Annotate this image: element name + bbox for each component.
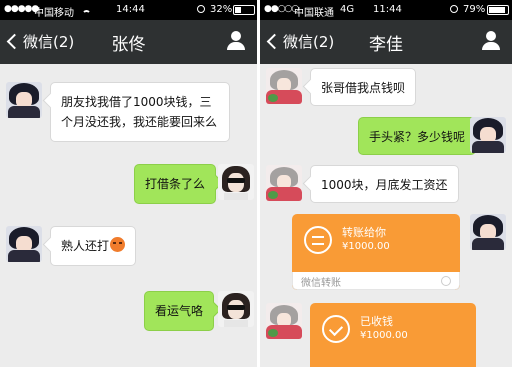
status-bar: ●●●●● 中国移动 14:44 32% xyxy=(0,0,257,20)
battery-percent: 32% xyxy=(210,4,233,15)
message-bubble[interactable]: 打借条了么 xyxy=(134,164,217,204)
transfer-amount: ¥1000.00 xyxy=(342,241,390,252)
transfer-amount: ¥1000.00 xyxy=(360,330,408,341)
message-bubble[interactable]: 熟人还打 xyxy=(50,226,137,266)
clock: 14:44 xyxy=(116,4,145,15)
left-chat-screen: ●●●●● 中国移动 14:44 32% 微信(2) 张佟 朋友找我借了1000… xyxy=(0,0,257,367)
transfer-label: 转账给你 xyxy=(342,226,386,239)
avatar[interactable] xyxy=(266,303,302,339)
avatar[interactable] xyxy=(6,82,42,118)
chat-title: 李佳 xyxy=(369,35,403,55)
avatar[interactable] xyxy=(218,164,254,200)
chat-title: 张佟 xyxy=(111,35,146,55)
transfer-received-card[interactable]: 已收钱 ¥1000.00 xyxy=(310,303,476,367)
avatar[interactable] xyxy=(6,226,42,262)
transfer-label: 已收钱 xyxy=(360,315,393,328)
carrier-label: 中国移动 xyxy=(34,8,74,19)
avatar[interactable] xyxy=(266,165,302,201)
contact-profile-icon[interactable] xyxy=(227,31,245,51)
rotation-lock-icon xyxy=(197,5,205,13)
chat-header: 微信(2) 李佳 xyxy=(260,20,512,64)
battery-icon xyxy=(487,5,509,15)
rotation-lock-icon xyxy=(450,5,458,13)
wechat-pay-icon xyxy=(441,276,451,286)
angry-emoji-icon xyxy=(110,237,126,252)
avatar[interactable] xyxy=(266,68,302,104)
message-bubble[interactable]: 朋友找我借了1000块钱，三个月没还我，我还能要回来么 xyxy=(50,82,230,142)
status-bar: ●●○○○ 中国联通 4G 11:44 79% xyxy=(260,0,512,20)
transfer-card[interactable]: 转账给你 ¥1000.00 微信转账 xyxy=(292,214,460,290)
network-label: 4G xyxy=(340,4,355,15)
message-bubble[interactable]: 1000块，月底发工资还 xyxy=(310,165,459,203)
chat-header: 微信(2) 张佟 xyxy=(0,20,257,64)
message-bubble[interactable]: 手头紧？多少钱呢 xyxy=(358,117,477,155)
contact-profile-icon[interactable] xyxy=(482,31,500,51)
message-bubble[interactable]: 看运气咯 xyxy=(144,291,215,331)
avatar[interactable] xyxy=(218,291,254,327)
avatar[interactable] xyxy=(470,117,506,153)
battery-icon xyxy=(233,5,255,15)
carrier-label: 中国联通 xyxy=(294,8,334,19)
checkmark-icon xyxy=(322,315,350,343)
clock: 11:44 xyxy=(373,4,402,15)
avatar[interactable] xyxy=(470,214,506,250)
transfer-footer: 微信转账 xyxy=(301,278,341,289)
message-bubble[interactable]: 张哥借我点钱呗 xyxy=(310,68,417,106)
right-chat-screen: ●●○○○ 中国联通 4G 11:44 79% 微信(2) 李佳 张哥借我点钱呗… xyxy=(260,0,512,367)
transfer-arrows-icon xyxy=(304,226,332,254)
battery-percent: 79% xyxy=(463,4,486,15)
message-text: 熟人还打 xyxy=(61,239,110,253)
